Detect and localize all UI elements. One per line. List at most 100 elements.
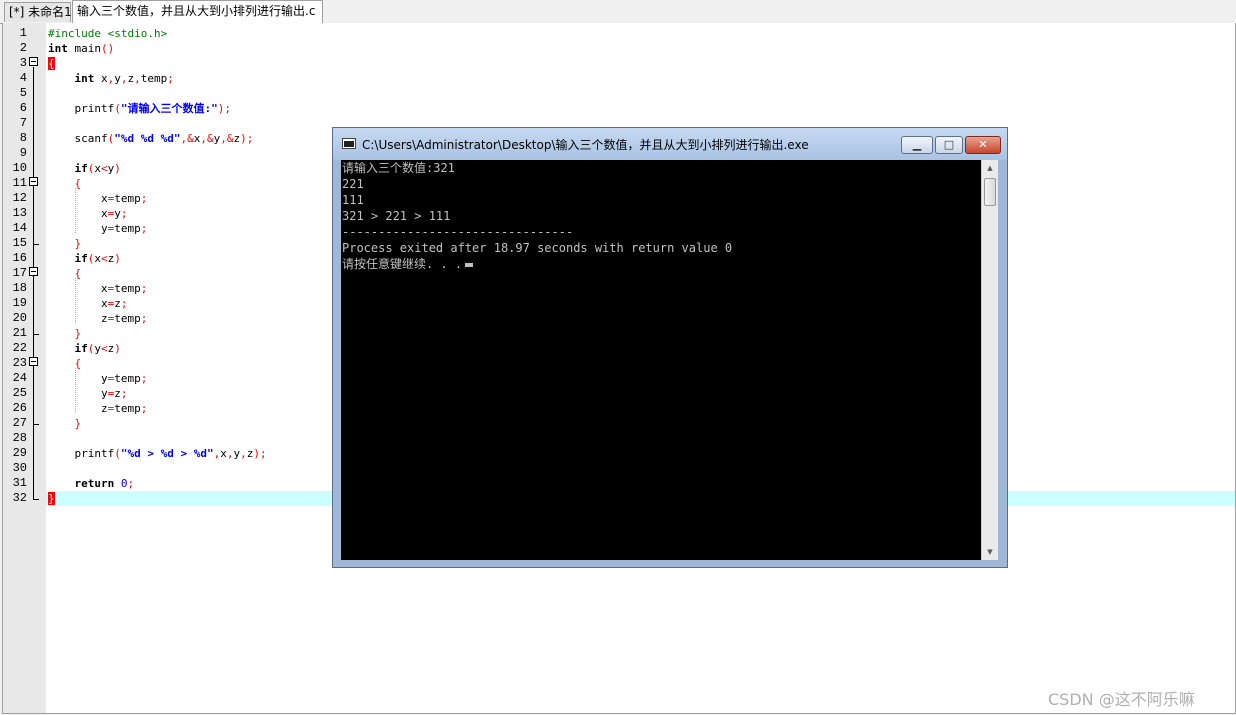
line-number: 29 — [12, 446, 27, 460]
code-text: y=z; — [48, 386, 128, 401]
console-output-line: 321 > 221 > 111 — [342, 209, 451, 223]
console-window[interactable]: C:\Users\Administrator\Desktop\输入三个数值，并且… — [332, 127, 1008, 568]
code-token: , — [134, 72, 141, 85]
maximize-button[interactable]: □ — [935, 136, 963, 154]
fold-toggle-block-1[interactable] — [29, 177, 38, 186]
code-text: } — [48, 416, 82, 431]
code-token: ,& — [180, 132, 194, 145]
fold-toggle-block-2[interactable] — [29, 267, 38, 276]
console-title: C:\Users\Administrator\Desktop\输入三个数值，并且… — [362, 138, 809, 152]
code-token: return — [74, 477, 115, 490]
code-token: ; — [127, 477, 135, 490]
code-text: { — [48, 176, 82, 191]
code-text: } — [48, 326, 82, 341]
code-token: x — [94, 252, 101, 265]
line-number: 19 — [12, 296, 27, 310]
line-number: 30 — [12, 461, 27, 475]
code-token: y — [94, 342, 101, 355]
console-output[interactable]: 请输入三个数值:321 221 111 321 > 221 > 111 ----… — [341, 160, 981, 560]
console-app-icon — [342, 138, 356, 149]
code-text: if(x<y) — [48, 161, 121, 176]
code-token: , — [240, 447, 247, 460]
scroll-up-arrow-icon[interactable]: ▲ — [982, 160, 998, 176]
code-token: } — [74, 327, 82, 340]
fold-toggle-main[interactable] — [29, 57, 38, 66]
code-token: ) — [114, 162, 121, 175]
code-text: } — [48, 491, 55, 506]
line-number: 15 — [12, 236, 27, 250]
code-text: } — [48, 236, 82, 251]
code-token: int — [48, 42, 68, 55]
code-token: temp — [140, 72, 168, 85]
fold-toggle-block-3[interactable] — [29, 357, 38, 366]
code-token: ) — [114, 342, 121, 355]
console-title-bar[interactable]: C:\Users\Administrator\Desktop\输入三个数值，并且… — [333, 128, 1007, 160]
code-token: y — [114, 72, 121, 85]
code-token: x — [94, 162, 101, 175]
line-number: 12 — [12, 191, 27, 205]
line-number: 3 — [19, 56, 27, 70]
code-token: < — [101, 252, 108, 265]
console-prompt-line: 请按任意键继续. . . — [342, 256, 474, 272]
code-text: { — [48, 356, 82, 371]
code-token: ; — [140, 192, 148, 205]
line-number: 31 — [12, 476, 27, 490]
code-text: if(x<z) — [48, 251, 121, 266]
line-number: 23 — [12, 356, 27, 370]
line-number: 27 — [12, 416, 27, 430]
minimize-button[interactable]: ▁ — [901, 136, 933, 154]
code-token: < — [101, 162, 108, 175]
watermark: CSDN @这不阿乐嘛 — [1048, 690, 1195, 709]
code-token: printf — [48, 447, 115, 460]
code-text: x=z; — [48, 296, 128, 311]
line-number: 5 — [19, 86, 27, 100]
code-token: ; — [167, 72, 174, 85]
tab-active-source-file[interactable]: 输入三个数值，并且从大到小排列进行输出.c — [72, 0, 323, 23]
code-line: 4 int x,y,z,temp; — [3, 71, 1192, 86]
code-token: { — [48, 57, 55, 70]
code-text: x=y; — [48, 206, 128, 221]
code-token: ; — [120, 207, 128, 220]
scrollbar-thumb[interactable] — [984, 178, 996, 206]
code-token: ; — [140, 282, 148, 295]
console-prompt-text: 请按任意键继续. . . — [342, 257, 463, 271]
code-token: "%d > %d > %d" — [120, 447, 214, 460]
line-number: 1 — [19, 26, 27, 40]
line-number: 16 — [12, 251, 27, 265]
code-token: "%d %d %d" — [114, 132, 181, 145]
code-token: ; — [140, 372, 148, 385]
code-token: y — [114, 207, 121, 220]
console-output-line: -------------------------------- — [342, 225, 574, 239]
code-token: x — [48, 282, 108, 295]
close-button[interactable]: ✕ — [965, 136, 1001, 154]
fold-range-end — [33, 334, 39, 335]
code-text: y=temp; — [48, 371, 147, 386]
code-text: printf("请输入三个数值:"); — [48, 101, 231, 116]
code-token: y — [48, 387, 108, 400]
text-cursor — [465, 262, 474, 267]
code-line: 3{ — [3, 56, 1192, 71]
line-number: 7 — [19, 116, 27, 130]
code-token: temp — [114, 312, 141, 325]
scroll-down-arrow-icon[interactable]: ▼ — [982, 544, 998, 560]
line-number: 9 — [19, 146, 27, 160]
console-scrollbar[interactable]: ▲ ▼ — [981, 160, 998, 560]
line-number: 4 — [19, 71, 27, 85]
code-token: #include <stdio.h> — [48, 27, 168, 40]
code-token: ; — [140, 312, 148, 325]
code-text: int x,y,z,temp; — [48, 71, 174, 86]
code-token: } — [48, 492, 55, 505]
line-number: 21 — [12, 326, 27, 340]
code-token: ) — [114, 252, 121, 265]
tab-untitled[interactable]: [*] 未命名1 — [4, 2, 72, 22]
code-line: 2 int main() — [3, 41, 1192, 56]
code-token: "请输入三个数值:" — [120, 102, 218, 115]
